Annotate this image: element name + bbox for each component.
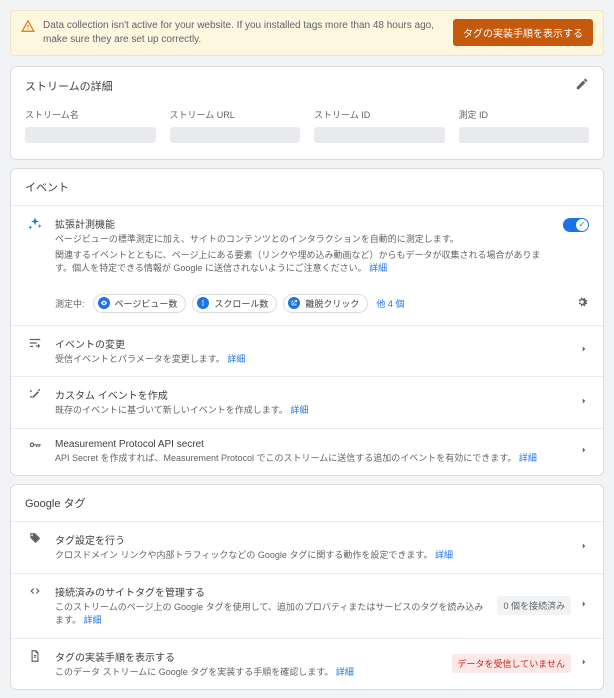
- document-icon: [25, 649, 45, 663]
- warning-icon: [21, 19, 35, 36]
- warning-banner: Data collection isn't active for your we…: [10, 10, 604, 56]
- gear-icon[interactable]: [575, 295, 589, 312]
- edit-icon[interactable]: [575, 77, 589, 94]
- connected-tags-row[interactable]: 接続済みのサイトタグを管理する このストリームのページ上の Google タグを…: [11, 573, 603, 638]
- measuring-chips-row: 測定中: ページビュー数 スクロール数 離脱クリック 他 4 個: [11, 286, 603, 325]
- install-title: タグの実装手順を表示する: [55, 649, 446, 664]
- chip-scrolls: スクロール数: [192, 294, 277, 313]
- key-icon: [25, 439, 45, 453]
- measuring-label: 測定中:: [55, 297, 85, 310]
- no-data-badge: データを受信していません: [452, 654, 571, 673]
- chips-more-link[interactable]: 他 4 個: [376, 297, 404, 310]
- tag-icon: [25, 532, 45, 546]
- chevron-right-icon: [579, 445, 589, 458]
- enhanced-toggle[interactable]: [563, 218, 589, 232]
- warning-text: Data collection isn't active for your we…: [43, 19, 453, 47]
- events-title: イベント: [25, 179, 69, 195]
- placeholder: [314, 127, 445, 143]
- stream-details-title: ストリームの詳細: [25, 78, 113, 94]
- gtag-title: Google タグ: [25, 495, 86, 511]
- connected-count-badge: 0 個を接続済み: [497, 596, 571, 615]
- enhanced-desc1: ページビューの標準測定に加え、サイトのコンテンツとのインタラクションを自動的に測…: [55, 233, 555, 247]
- chip-pageviews: ページビュー数: [93, 294, 187, 313]
- google-tag-card: Google タグ タグ設定を行う クロスドメイン リンクや内部トラフィックなど…: [10, 484, 604, 690]
- install-detail-link[interactable]: 詳細: [336, 667, 354, 677]
- config-detail-link[interactable]: 詳細: [435, 550, 453, 560]
- modify-title: イベントの変更: [55, 336, 571, 351]
- events-card: イベント 拡張計測機能 ページビューの標準測定に加え、サイトのコンテンツとのイン…: [10, 168, 604, 476]
- adjust-icon: [25, 336, 45, 350]
- connected-detail-link[interactable]: 詳細: [84, 615, 102, 625]
- custom-title: カスタム イベントを作成: [55, 387, 571, 402]
- code-icon: [25, 584, 45, 598]
- custom-events-row[interactable]: カスタム イベントを作成 既存のイベントに基づいて新しいイベントを作成します。 …: [11, 376, 603, 428]
- tag-config-row[interactable]: タグ設定を行う クロスドメイン リンクや内部トラフィックなどの Google タ…: [11, 521, 603, 573]
- connected-title: 接続済みのサイトタグを管理する: [55, 584, 491, 599]
- label-measurement-id: 測定 ID: [459, 108, 590, 121]
- modify-events-row[interactable]: イベントの変更 受信イベントとパラメータを変更します。 詳細: [11, 325, 603, 377]
- placeholder: [25, 127, 156, 143]
- enhanced-title: 拡張計測機能: [55, 216, 555, 231]
- mp-secret-row[interactable]: Measurement Protocol API secret API Secr…: [11, 428, 603, 476]
- chevron-right-icon: [579, 541, 589, 554]
- mp-detail-link[interactable]: 詳細: [519, 453, 537, 463]
- show-tag-instructions-button[interactable]: タグの実装手順を表示する: [453, 19, 593, 46]
- label-stream-url: ストリーム URL: [170, 108, 301, 121]
- enhanced-measurement-row: 拡張計測機能 ページビューの標準測定に加え、サイトのコンテンツとのインタラクショ…: [11, 205, 603, 286]
- config-title: タグ設定を行う: [55, 532, 571, 547]
- label-stream-id: ストリーム ID: [314, 108, 445, 121]
- custom-detail-link[interactable]: 詳細: [290, 405, 308, 415]
- install-instructions-row[interactable]: タグの実装手順を表示する このデータ ストリームに Google タグを実装する…: [11, 638, 603, 690]
- chevron-right-icon: [579, 657, 589, 670]
- mp-title: Measurement Protocol API secret: [55, 439, 571, 450]
- stream-details-card: ストリームの詳細 ストリーム名 ストリーム URL ストリーム ID 測定 ID: [10, 66, 604, 160]
- chevron-right-icon: [579, 344, 589, 357]
- placeholder: [459, 127, 590, 143]
- chip-outbound: 離脱クリック: [283, 294, 368, 313]
- sparkle-icon: [25, 216, 45, 232]
- chevron-right-icon: [579, 599, 589, 612]
- wand-icon: [25, 387, 45, 401]
- modify-detail-link[interactable]: 詳細: [227, 354, 245, 364]
- chevron-right-icon: [579, 396, 589, 409]
- enhanced-detail-link[interactable]: 詳細: [369, 263, 387, 273]
- enhanced-desc2: 関連するイベントとともに、ページ上にある要素（リンクや埋め込み動画など）からもデ…: [55, 250, 541, 274]
- label-stream-name: ストリーム名: [25, 108, 156, 121]
- placeholder: [170, 127, 301, 143]
